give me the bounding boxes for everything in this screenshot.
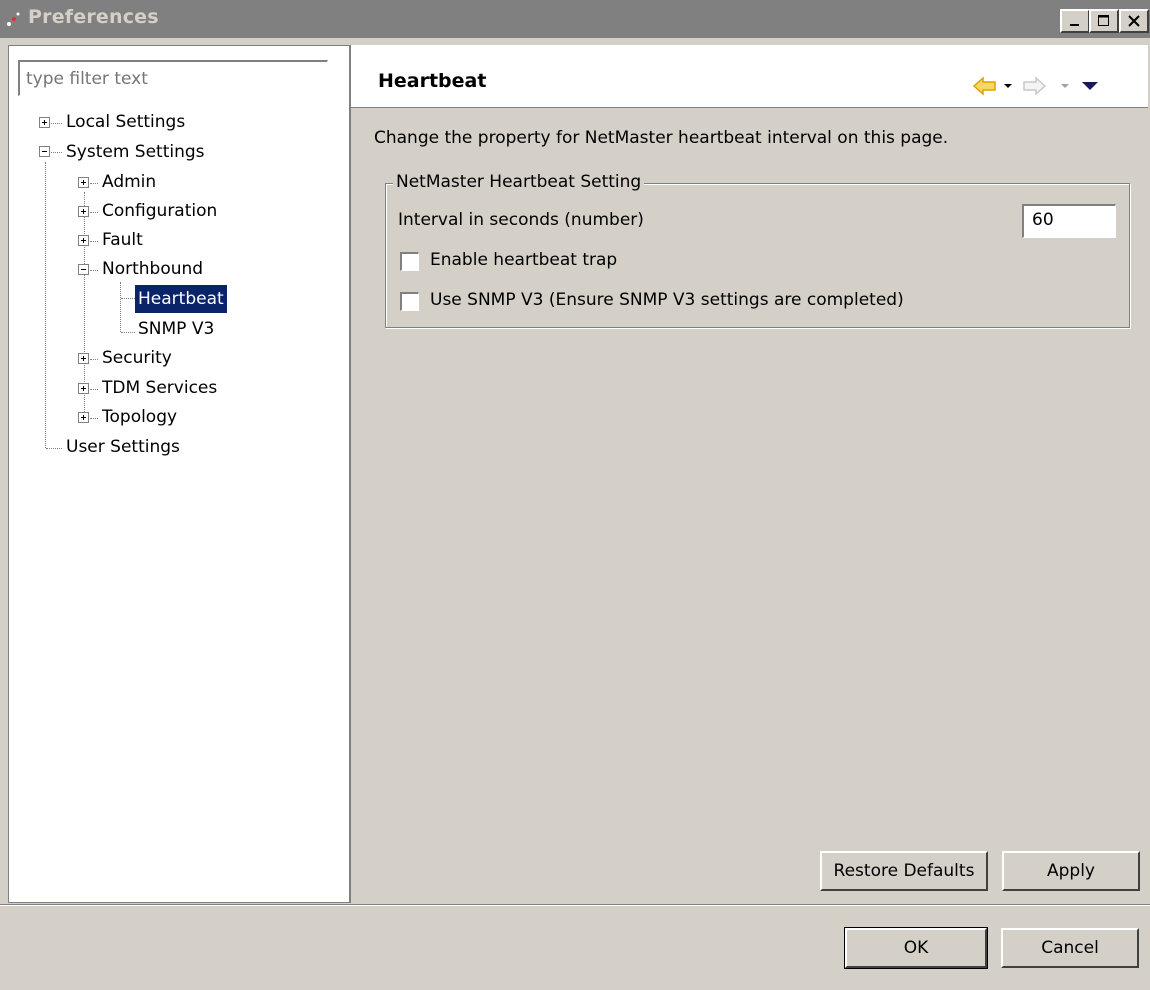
view-menu-icon[interactable]: [1080, 79, 1100, 93]
preference-tree: Local Settings System Settings Admin Con…: [0, 0, 342, 858]
tree-item-northbound[interactable]: Northbound: [102, 255, 203, 283]
minimize-icon: [1070, 24, 1079, 26]
expand-local-settings-icon[interactable]: [39, 117, 50, 128]
interval-input[interactable]: 60: [1022, 204, 1116, 238]
page-navigation-toolbar: [972, 75, 1132, 97]
back-dropdown-chevron-down-icon[interactable]: [1003, 81, 1013, 91]
interval-label: Interval in seconds (number): [398, 210, 644, 230]
use-snmp-v3-label[interactable]: Use SNMP V3 (Ensure SNMP V3 settings are…: [430, 290, 904, 310]
tree-item-heartbeat[interactable]: Heartbeat: [135, 285, 227, 313]
collapse-system-settings-icon[interactable]: [39, 146, 50, 157]
expand-security-icon[interactable]: [78, 353, 89, 364]
tree-item-security[interactable]: Security: [102, 344, 172, 372]
expand-admin-icon[interactable]: [78, 177, 89, 188]
apply-button[interactable]: Apply: [1002, 851, 1140, 891]
tree-item-local-settings[interactable]: Local Settings: [66, 108, 185, 136]
back-arrow-icon[interactable]: [972, 75, 998, 97]
use-snmp-v3-checkbox[interactable]: [400, 292, 419, 311]
tree-item-snmp-v3[interactable]: SNMP V3: [138, 315, 214, 343]
forward-dropdown-chevron-down-icon[interactable]: [1060, 81, 1070, 91]
enable-heartbeat-trap-checkbox[interactable]: [400, 252, 419, 271]
tree-item-user-settings[interactable]: User Settings: [66, 433, 180, 461]
forward-arrow-icon[interactable]: [1021, 75, 1047, 97]
tree-item-admin[interactable]: Admin: [102, 168, 156, 196]
expand-configuration-icon[interactable]: [78, 206, 89, 217]
maximize-button[interactable]: [1089, 9, 1119, 33]
tree-item-system-settings[interactable]: System Settings: [66, 138, 205, 166]
collapse-northbound-icon[interactable]: [78, 264, 89, 275]
ok-button[interactable]: OK: [844, 927, 988, 969]
tree-item-fault[interactable]: Fault: [102, 226, 143, 254]
maximize-icon: [1098, 15, 1109, 26]
expand-fault-icon[interactable]: [78, 235, 89, 246]
page-description: Change the property for NetMaster heartb…: [374, 128, 949, 148]
enable-heartbeat-trap-label[interactable]: Enable heartbeat trap: [430, 250, 617, 270]
tree-item-tdm-services[interactable]: TDM Services: [102, 374, 217, 402]
close-icon: [1128, 15, 1140, 27]
restore-defaults-button[interactable]: Restore Defaults: [820, 851, 988, 891]
preferences-dialog: Preferences Local Settings Syste: [0, 0, 1150, 990]
close-button[interactable]: [1119, 9, 1149, 33]
page-title: Heartbeat: [378, 70, 487, 92]
expand-tdm-services-icon[interactable]: [78, 383, 89, 394]
tree-item-topology[interactable]: Topology: [102, 403, 177, 431]
expand-topology-icon[interactable]: [78, 412, 89, 423]
tree-item-configuration[interactable]: Configuration: [102, 197, 217, 225]
minimize-button[interactable]: [1060, 9, 1090, 33]
cancel-button[interactable]: Cancel: [1001, 928, 1139, 968]
group-title: NetMaster Heartbeat Setting: [393, 172, 645, 192]
